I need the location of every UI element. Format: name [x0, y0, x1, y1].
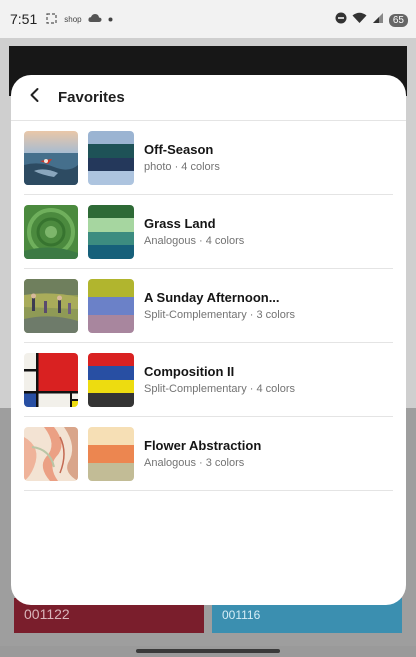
status-right-icons: 65	[335, 11, 408, 29]
flower-abstraction-palette	[88, 426, 134, 481]
palette-swatch	[88, 231, 134, 245]
palette-swatch	[88, 366, 134, 380]
item-meta: Split-Complementary · 3 colors	[144, 309, 295, 321]
palette-swatch	[88, 204, 134, 218]
item-name: A Sunday Afternoon...	[144, 290, 280, 305]
item-texts: Flower Abstraction Analogous · 3 colors	[144, 438, 261, 469]
favorite-item-grass-land[interactable]: Grass Land Analogous · 4 colors	[24, 195, 393, 269]
palette-swatch	[88, 352, 134, 366]
dot-icon	[108, 15, 113, 24]
palette-swatch	[88, 314, 134, 333]
item-name: Composition II	[144, 364, 235, 379]
sunday-afternoon-thumbnail	[24, 278, 78, 333]
grass-land-thumbnail	[24, 204, 78, 259]
item-texts: Composition II Split-Complementary · 4 c…	[144, 364, 295, 395]
signal-icon	[372, 11, 384, 29]
palette-swatch	[88, 444, 134, 463]
wifi-icon	[352, 11, 367, 29]
dialog-title: Favorites	[58, 89, 125, 106]
palette-swatch	[88, 379, 134, 393]
palette-swatch	[88, 426, 134, 445]
dnd-icon	[335, 11, 347, 29]
favorites-list: Off-Season photo · 4 colors Grass Land A…	[11, 121, 406, 491]
tile-right-code: 001116	[222, 608, 261, 622]
tile-left-code: 001122	[24, 606, 70, 622]
item-texts: A Sunday Afternoon... Split-Complementar…	[144, 290, 295, 321]
status-notifications: shop	[45, 12, 113, 27]
palette-swatch	[88, 462, 134, 481]
favorites-dialog: Favorites Off-Season photo · 4 colors Gr…	[11, 75, 406, 605]
item-name: Off-Season	[144, 142, 214, 157]
favorite-item-off-season[interactable]: Off-Season photo · 4 colors	[24, 121, 393, 195]
item-meta: photo · 4 colors	[144, 161, 220, 173]
home-handle[interactable]	[136, 649, 280, 653]
palette-swatch	[88, 245, 134, 259]
item-meta: Split-Complementary · 4 colors	[144, 383, 295, 395]
palette-swatch	[88, 278, 134, 297]
notification-text: shop	[64, 14, 82, 24]
back-button[interactable]	[13, 76, 57, 120]
off-season-thumbnail	[24, 130, 78, 185]
flower-abstraction-thumbnail	[24, 426, 78, 481]
palette-swatch	[88, 218, 134, 232]
dialog-header: Favorites	[11, 75, 406, 121]
favorite-item-composition-ii[interactable]: Composition II Split-Complementary · 4 c…	[24, 343, 393, 417]
gesture-nav-bar	[0, 646, 416, 657]
palette-swatch	[88, 130, 134, 144]
palette-swatch	[88, 393, 134, 407]
chevron-left-icon	[28, 87, 42, 108]
favorite-item-flower-abstraction[interactable]: Flower Abstraction Analogous · 3 colors	[24, 417, 393, 491]
grass-land-palette	[88, 204, 134, 259]
palette-swatch	[88, 144, 134, 158]
palette-swatch	[88, 296, 134, 315]
item-name: Flower Abstraction	[144, 438, 262, 453]
item-name: Grass Land	[144, 216, 216, 231]
composition-ii-palette	[88, 352, 134, 407]
sunday-afternoon-palette	[88, 278, 134, 333]
item-texts: Off-Season photo · 4 colors	[144, 142, 220, 173]
item-texts: Grass Land Analogous · 4 colors	[144, 216, 244, 247]
status-bar: 7:51 shop 65	[0, 0, 416, 38]
cloud-icon	[88, 13, 102, 25]
screenshot-icon	[45, 12, 58, 27]
item-meta: Analogous · 3 colors	[144, 457, 245, 469]
favorite-item-sunday-afternoon[interactable]: A Sunday Afternoon... Split-Complementar…	[24, 269, 393, 343]
off-season-palette	[88, 130, 134, 185]
palette-swatch	[88, 157, 134, 171]
status-time: 7:51	[10, 11, 38, 27]
palette-swatch	[88, 171, 134, 185]
battery-indicator: 65	[388, 13, 408, 27]
item-meta: Analogous · 4 colors	[144, 235, 245, 247]
composition-ii-thumbnail	[24, 352, 78, 407]
